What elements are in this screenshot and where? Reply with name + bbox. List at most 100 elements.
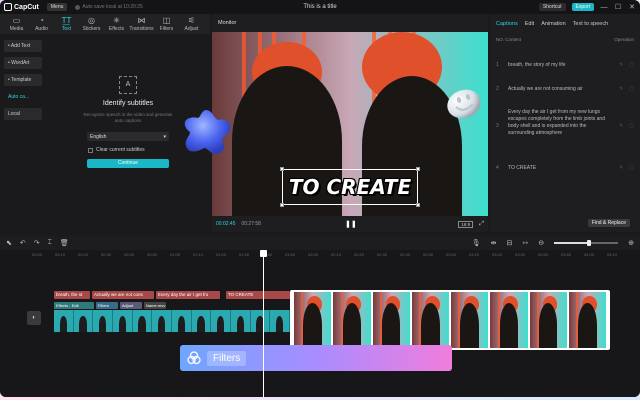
autosave-status: Auto save local at 10:20:25 xyxy=(75,4,143,10)
split-icon[interactable]: ⌶ xyxy=(48,239,52,247)
menu-button[interactable]: Menu xyxy=(46,3,68,11)
effects-clip[interactable]: Effects - Edit xyxy=(54,302,94,309)
minimize-icon[interactable]: — xyxy=(600,4,608,11)
caption-no: 3 xyxy=(496,123,499,129)
sidebar-item-local[interactable]: Local xyxy=(4,108,42,120)
zoom-slider[interactable] xyxy=(554,240,619,246)
edit-icon[interactable]: ✎ xyxy=(619,86,623,93)
select-cursor-icon[interactable]: ⬉ xyxy=(6,239,12,247)
delete-icon[interactable]: ▢ xyxy=(629,62,634,69)
tab-filters[interactable]: ◫ Filters xyxy=(154,16,179,32)
preview-axis-icon[interactable]: ⇿ xyxy=(522,239,528,247)
video-preview[interactable]: TO CREATE xyxy=(212,32,488,216)
resize-handle[interactable] xyxy=(280,203,284,207)
edit-icon[interactable]: ✎ xyxy=(619,165,623,172)
ruler-tick: 01:50 xyxy=(285,252,296,257)
export-button[interactable]: Export xyxy=(571,3,594,11)
app-name: CapCut xyxy=(14,3,39,11)
caption-text: TO CREATE xyxy=(288,175,412,199)
fullscreen-icon[interactable]: ⤢ xyxy=(479,221,484,228)
app-logo: CapCut xyxy=(4,3,39,11)
tab-edit[interactable]: Edit xyxy=(525,21,534,27)
tab-captions[interactable]: Captions xyxy=(496,21,518,27)
delete-icon[interactable]: 🗑 xyxy=(60,239,69,247)
monitor-label: Monitor xyxy=(218,20,237,26)
language-value: English xyxy=(90,133,107,140)
caption-row[interactable]: 2 Actually we are not consuming air ✎ ▢ xyxy=(490,86,640,93)
caption-row[interactable]: 3 Every day the air I get from my new lu… xyxy=(490,109,640,137)
link-icon[interactable]: ⇹ xyxy=(491,239,497,247)
snap-icon[interactable]: ⊟ xyxy=(507,239,513,247)
caption-row[interactable]: 4 TO CREATE ✎ ▢ xyxy=(490,165,640,172)
transitions-icon: ⋈ xyxy=(137,16,146,25)
blue-blob-sticker xyxy=(184,110,231,154)
tab-stickers[interactable]: ◎ Stickers xyxy=(79,16,104,32)
tab-animation[interactable]: Animation xyxy=(541,21,565,27)
video-thumbnails xyxy=(54,310,291,332)
playhead-handle[interactable] xyxy=(260,250,267,257)
ruler-tick: 03:10 xyxy=(469,252,480,257)
tab-text[interactable]: T͟T Text xyxy=(54,16,79,32)
maximize-icon[interactable]: ☐ xyxy=(614,3,622,11)
microphone-icon[interactable]: 🎙 xyxy=(472,239,481,247)
tab-effects[interactable]: ✳ Effects xyxy=(104,16,129,32)
ruler-tick: 00:40 xyxy=(124,252,135,257)
tab-transitions[interactable]: ⋈ Transitions xyxy=(129,16,154,32)
delete-icon[interactable]: ▢ xyxy=(629,86,634,93)
sidebar-item-add-text[interactable]: • Add Text xyxy=(4,40,42,52)
delete-icon[interactable]: ▢ xyxy=(629,123,634,137)
caption-overlay[interactable]: TO CREATE xyxy=(280,167,420,207)
timeline-ruler[interactable]: 00:00 00:10 00:20 00:30 00:40 00:50 01:00 01:10… xyxy=(0,250,640,260)
zoom-in-icon[interactable]: ⊕ xyxy=(628,239,634,247)
playhead[interactable] xyxy=(260,250,267,397)
tab-media[interactable]: ▭ Media xyxy=(4,16,29,32)
close-icon[interactable]: ✕ xyxy=(628,3,636,11)
main-video-track[interactable]: Effects - Edit Filters Adjust Name.mov xyxy=(54,302,291,332)
video-name-clip[interactable]: Name.mov xyxy=(144,302,166,309)
caption-row[interactable]: 1 breath, the story of my life ✎ ▢ xyxy=(490,62,640,69)
edit-icon[interactable]: ✎ xyxy=(619,123,623,137)
undo-icon[interactable]: ↶ xyxy=(20,239,26,247)
caption-no: 2 xyxy=(496,86,499,92)
track-cover-button[interactable]: ◐ xyxy=(27,311,41,325)
filters-drag-card[interactable]: Filters xyxy=(180,345,452,371)
pause-icon[interactable]: ❚❚ xyxy=(345,220,357,228)
edit-icon[interactable]: ✎ xyxy=(619,62,623,69)
caption-clip[interactable]: TO CREATE xyxy=(226,291,290,299)
delete-icon[interactable]: ▢ xyxy=(629,165,634,172)
ruler-tick: 03:20 xyxy=(492,252,503,257)
sidebar-item-wordart[interactable]: • WordArt xyxy=(4,57,42,69)
filters-clip[interactable]: Filters xyxy=(96,302,118,309)
resize-handle[interactable] xyxy=(416,167,420,171)
zoom-handle[interactable] xyxy=(587,240,592,246)
ruler-tick: 02:40 xyxy=(400,252,411,257)
adjust-clip[interactable]: Adjust xyxy=(120,302,142,309)
ruler-tick: 02:00 xyxy=(308,252,319,257)
sidebar-item-auto-captions[interactable]: Auto ca... xyxy=(4,91,42,103)
tab-label: Adjust xyxy=(184,26,199,32)
caption-clip[interactable]: Every day the air I get fro xyxy=(156,291,220,299)
shortcut-button[interactable]: Shortcut xyxy=(538,3,566,11)
find-replace-button[interactable]: Find & Replace xyxy=(587,219,630,227)
checkbox-box xyxy=(88,147,93,153)
zoom-fill xyxy=(554,242,590,244)
continue-button[interactable]: Continue xyxy=(87,159,169,168)
sidebar-item-template[interactable]: • Template xyxy=(4,74,42,86)
caption-clip[interactable]: breath, the st xyxy=(54,291,90,299)
caption-content: TO CREATE xyxy=(508,165,537,171)
dragged-video-filmstrip[interactable] xyxy=(290,290,610,350)
tab-audio[interactable]: ◔ Audio xyxy=(29,16,54,32)
zoom-out-icon[interactable]: ⊖ xyxy=(538,239,544,247)
cloud-icon xyxy=(75,4,81,10)
adjust-icon: ⚟ xyxy=(187,16,196,25)
redo-icon[interactable]: ↷ xyxy=(34,239,40,247)
language-select[interactable]: English ▾ xyxy=(87,132,169,141)
tab-text-to-speech[interactable]: Text to speech xyxy=(573,21,608,27)
tab-adjust[interactable]: ⚟ Adjust xyxy=(179,16,204,32)
aspect-ratio-button[interactable]: 16:9 xyxy=(458,220,474,228)
ruler-tick: 04:10 xyxy=(607,252,618,257)
caption-clip[interactable]: Actually we are not cons xyxy=(92,291,154,299)
resize-handle[interactable] xyxy=(416,203,420,207)
filters-icon: ◫ xyxy=(162,16,171,25)
resize-handle[interactable] xyxy=(280,167,284,171)
